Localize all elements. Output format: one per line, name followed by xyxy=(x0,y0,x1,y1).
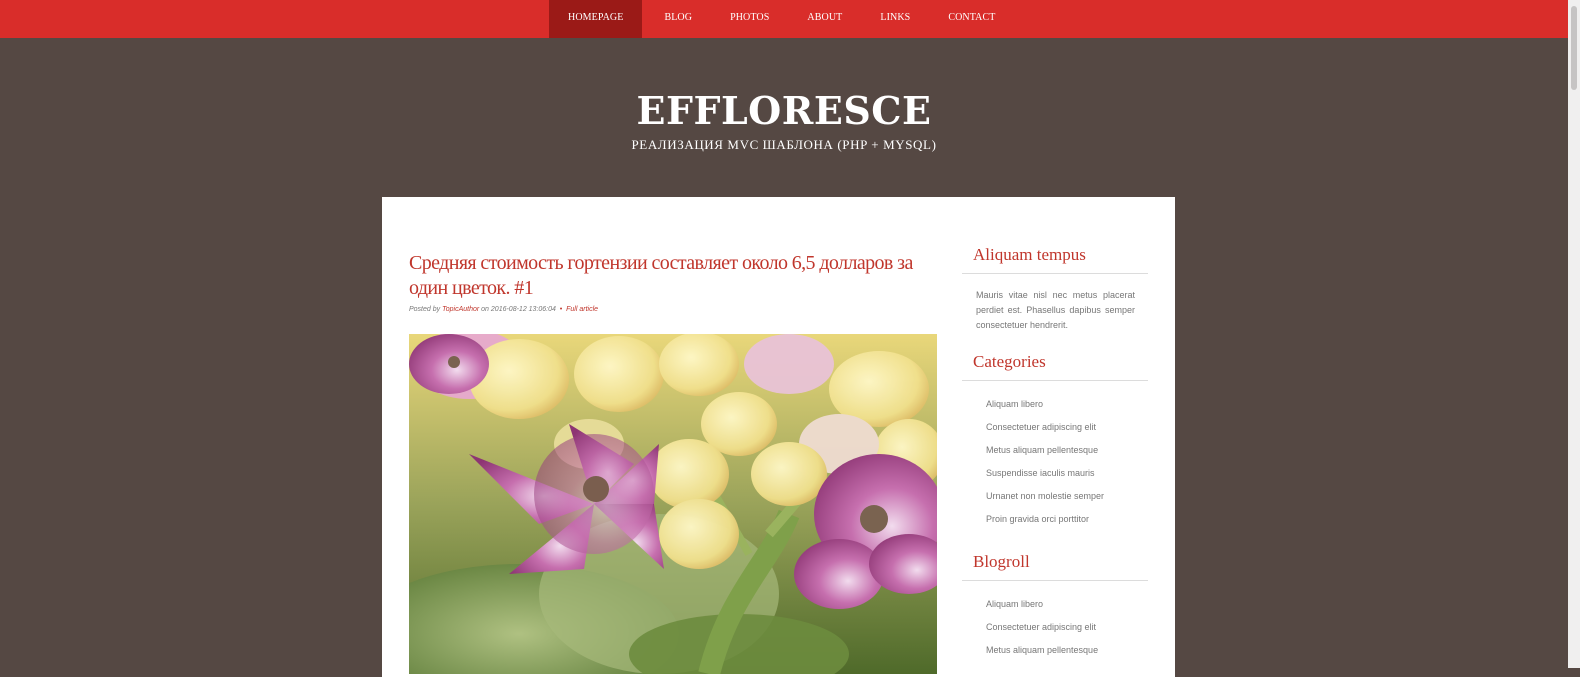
widget-about-text: Mauris vitae nisl nec metus placerat per… xyxy=(976,290,1135,330)
top-pink-flower xyxy=(409,334,489,394)
scrollbar-thumb[interactable] xyxy=(1571,6,1577,90)
nav-item-photos[interactable]: PHOTOS xyxy=(711,0,788,38)
nav-item-about[interactable]: ABOUT xyxy=(788,0,861,38)
post-meta: Posted by TopicAuthor on 2016-08-12 13:0… xyxy=(409,306,937,313)
hydrangea-photo xyxy=(409,334,937,674)
nav-item-links[interactable]: LINKS xyxy=(861,0,929,38)
post-author-link[interactable]: TopicAuthor xyxy=(442,306,479,313)
site-header: EFFLORESCE РЕАЛИЗАЦИЯ MVC ШАБЛОНА (PHP +… xyxy=(0,38,1568,153)
post-title[interactable]: Средняя стоимость гортензии составляет о… xyxy=(409,251,937,301)
post-image-hydrangea[interactable] xyxy=(409,334,937,674)
content-panel: Средняя стоимость гортензии составляет о… xyxy=(382,197,1175,677)
widget-title-blogroll: Blogroll xyxy=(962,552,1148,581)
widget-title-categories: Categories xyxy=(962,352,1148,381)
blogroll-link[interactable]: Metus aliquam pellentesque xyxy=(986,643,1148,666)
category-link[interactable]: Proin gravida orci porttitor xyxy=(986,512,1148,535)
blog-post: Средняя стоимость гортензии составляет о… xyxy=(409,251,937,674)
post-date: 2016-08-12 13:06:04 xyxy=(490,306,556,313)
category-link[interactable]: Suspendisse iaculis mauris xyxy=(986,466,1148,489)
blogroll-link[interactable]: Aliquam libero xyxy=(986,597,1148,620)
post-on-label: on xyxy=(481,306,489,313)
nav-menu: HOMEPAGE BLOG PHOTOS ABOUT LINKS CONTACT xyxy=(549,0,1014,38)
top-navigation: HOMEPAGE BLOG PHOTOS ABOUT LINKS CONTACT xyxy=(0,0,1568,38)
category-link[interactable]: Urnanet non molestie semper xyxy=(986,489,1148,512)
categories-list: Aliquam libero Consectetuer adipiscing e… xyxy=(962,381,1148,535)
widget-title-about: Aliquam tempus xyxy=(962,245,1148,274)
full-article-link[interactable]: Full article xyxy=(566,306,598,313)
site-title[interactable]: EFFLORESCE xyxy=(0,88,1568,133)
nav-item-contact[interactable]: CONTACT xyxy=(929,0,1014,38)
site-subtitle: РЕАЛИЗАЦИЯ MVC ШАБЛОНА (PHP + MYSQL) xyxy=(631,137,937,152)
nav-item-homepage[interactable]: HOMEPAGE xyxy=(549,0,643,38)
category-link[interactable]: Aliquam libero xyxy=(986,397,1148,420)
category-link[interactable]: Consectetuer adipiscing elit xyxy=(986,420,1148,443)
blogroll-link[interactable]: Consectetuer adipiscing elit xyxy=(986,620,1148,643)
sidebar: Aliquam tempus Mauris vitae nisl nec met… xyxy=(962,245,1148,666)
blogroll-list: Aliquam libero Consectetuer adipiscing e… xyxy=(962,581,1148,666)
vertical-scrollbar[interactable] xyxy=(1568,0,1580,668)
nav-item-blog[interactable]: BLOG xyxy=(642,0,711,38)
posted-by-label: Posted by xyxy=(409,306,441,313)
category-link[interactable]: Metus aliquam pellentesque xyxy=(986,443,1148,466)
meta-separator: • xyxy=(559,306,563,313)
